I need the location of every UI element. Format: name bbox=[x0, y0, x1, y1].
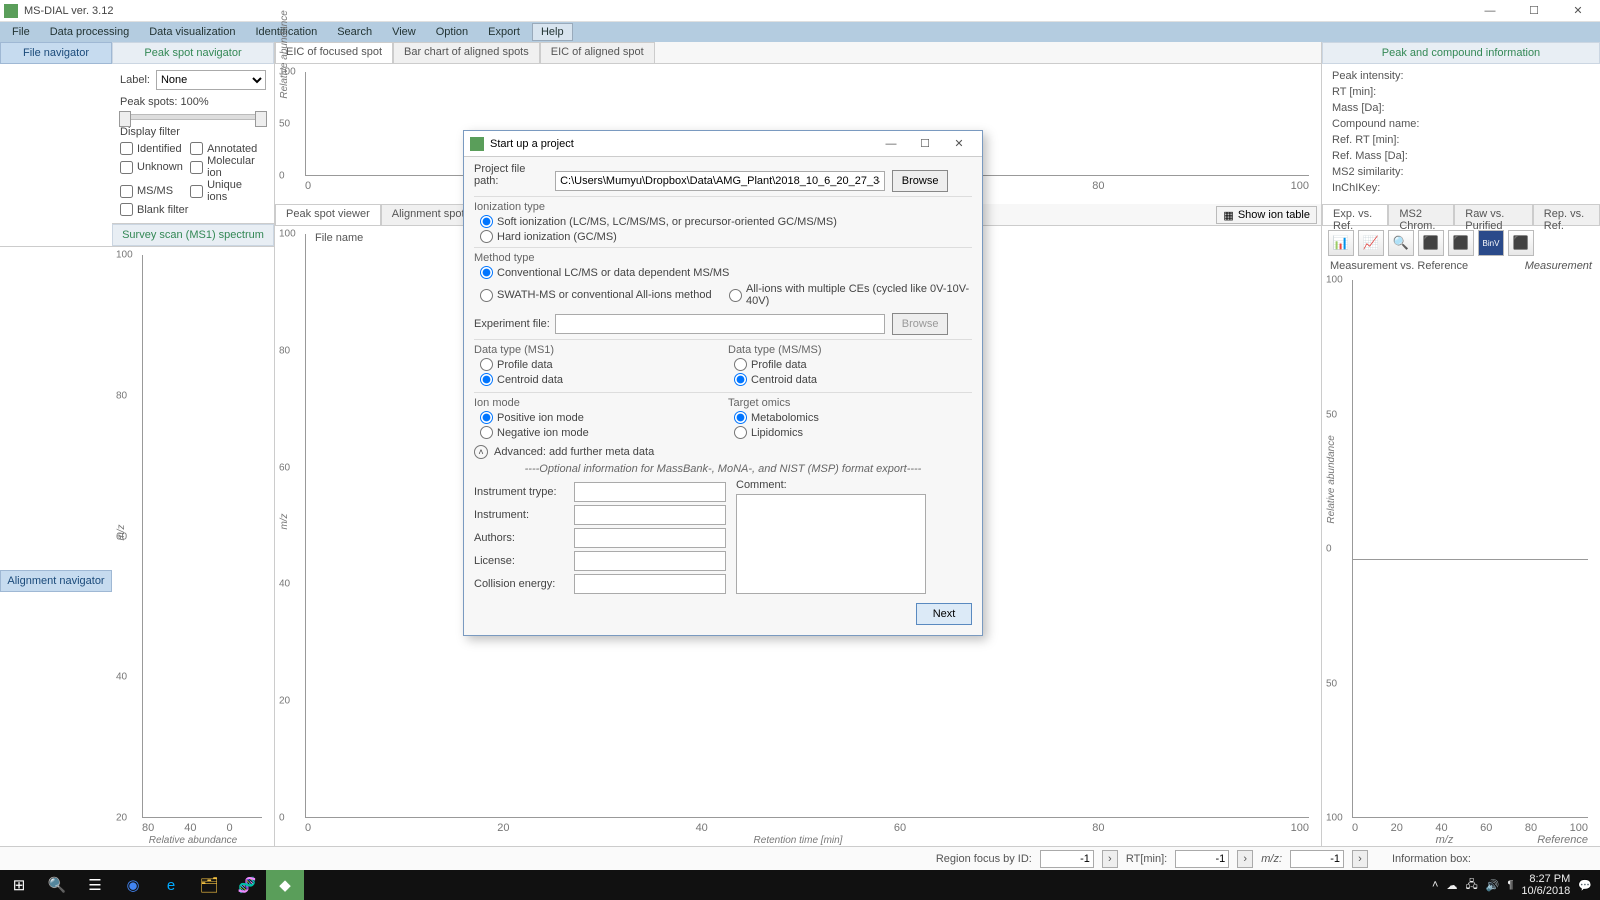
license-input[interactable] bbox=[574, 551, 726, 571]
optional-info-note: ----Optional information for MassBank-, … bbox=[474, 463, 972, 475]
experiment-file-input[interactable] bbox=[555, 314, 885, 334]
omics-metabolomics-radio[interactable]: Metabolomics bbox=[734, 411, 972, 424]
instrument-type-label: Instrument trype: bbox=[474, 486, 574, 498]
msms-dtype-label: Data type (MS/MS) bbox=[728, 344, 972, 356]
method-allions-radio[interactable]: All-ions with multiple CEs (cycled like … bbox=[729, 283, 972, 307]
modal-overlay: Start up a project — ☐ ✕ Project file pa… bbox=[0, 0, 1600, 900]
ionization-hard-radio[interactable]: Hard ionization (GC/MS) bbox=[480, 230, 972, 243]
instrument-label: Instrument: bbox=[474, 509, 574, 521]
ion-mode-label: Ion mode bbox=[474, 397, 718, 409]
authors-label: Authors: bbox=[474, 532, 574, 544]
target-omics-label: Target omics bbox=[728, 397, 972, 409]
ion-negative-radio[interactable]: Negative ion mode bbox=[480, 426, 718, 439]
instrument-type-input[interactable] bbox=[574, 482, 726, 502]
comment-label: Comment: bbox=[736, 479, 972, 491]
project-path-input[interactable] bbox=[555, 171, 885, 191]
advanced-toggle[interactable]: ˄ Advanced: add further meta data bbox=[474, 445, 972, 459]
method-swath-radio[interactable]: SWATH-MS or conventional All-ions method bbox=[480, 283, 723, 307]
comment-textarea[interactable] bbox=[736, 494, 926, 594]
experiment-file-browse-button[interactable]: Browse bbox=[892, 313, 948, 335]
chevron-up-icon: ˄ bbox=[474, 445, 488, 459]
dialog-maximize-button[interactable]: ☐ bbox=[908, 137, 942, 150]
msms-centroid-radio[interactable]: Centroid data bbox=[734, 373, 972, 386]
project-path-browse-button[interactable]: Browse bbox=[892, 170, 948, 192]
dialog-title: Start up a project bbox=[490, 138, 574, 150]
collision-energy-input[interactable] bbox=[574, 574, 726, 594]
dialog-close-button[interactable]: ✕ bbox=[942, 137, 976, 150]
license-label: License: bbox=[474, 555, 574, 567]
next-button[interactable]: Next bbox=[916, 603, 972, 625]
ms1-centroid-radio[interactable]: Centroid data bbox=[480, 373, 718, 386]
method-conventional-radio[interactable]: Conventional LC/MS or data dependent MS/… bbox=[480, 266, 972, 279]
project-path-label: Project file path: bbox=[474, 163, 552, 187]
msms-profile-radio[interactable]: Profile data bbox=[734, 358, 972, 371]
instrument-input[interactable] bbox=[574, 505, 726, 525]
dialog-app-icon bbox=[470, 137, 484, 151]
ms1-profile-radio[interactable]: Profile data bbox=[480, 358, 718, 371]
experiment-file-label: Experiment file: bbox=[474, 318, 552, 330]
omics-lipidomics-radio[interactable]: Lipidomics bbox=[734, 426, 972, 439]
ionization-soft-radio[interactable]: Soft ionization (LC/MS, LC/MS/MS, or pre… bbox=[480, 215, 972, 228]
ionization-label: Ionization type bbox=[474, 201, 972, 213]
ms1-dtype-label: Data type (MS1) bbox=[474, 344, 718, 356]
startup-project-dialog: Start up a project — ☐ ✕ Project file pa… bbox=[463, 130, 983, 636]
collision-energy-label: Collision energy: bbox=[474, 578, 574, 590]
authors-input[interactable] bbox=[574, 528, 726, 548]
ion-positive-radio[interactable]: Positive ion mode bbox=[480, 411, 718, 424]
method-type-label: Method type bbox=[474, 252, 972, 264]
dialog-minimize-button[interactable]: — bbox=[874, 138, 908, 150]
